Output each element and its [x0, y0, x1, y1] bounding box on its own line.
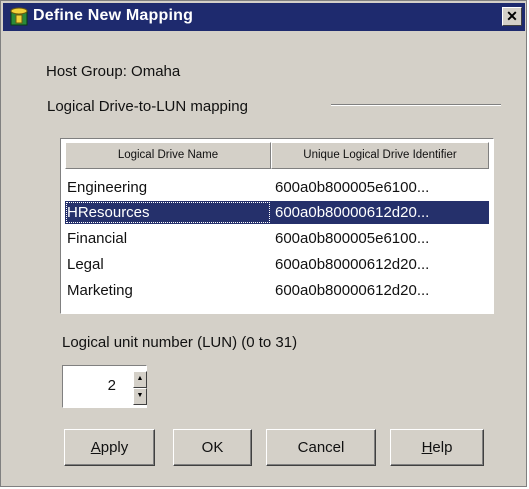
close-icon: ✕ [506, 8, 518, 24]
table-row[interactable]: Marketing 600a0b80000612d20... [65, 279, 489, 302]
define-new-mapping-dialog: Define New Mapping ✕ Host Group: Omaha L… [0, 0, 527, 487]
table-row[interactable]: Financial 600a0b800005e6100... [65, 227, 489, 250]
apply-label-rest: pply [100, 439, 129, 456]
spin-down-arrow-icon[interactable]: ▼ [133, 388, 147, 405]
drive-name-cell: Legal [67, 256, 104, 273]
cancel-button[interactable]: Cancel [266, 429, 376, 466]
table-row[interactable]: Engineering 600a0b800005e6100... [65, 176, 489, 199]
table-row[interactable]: Legal 600a0b80000612d20... [65, 253, 489, 276]
drive-name-cell: Marketing [67, 282, 133, 299]
table-row-selected[interactable]: HResources 600a0b80000612d20... [65, 201, 489, 224]
apply-mnemonic: A [90, 439, 101, 456]
column-header-name[interactable]: Logical Drive Name [65, 142, 271, 169]
ok-button[interactable]: OK [173, 429, 252, 466]
drive-id-cell: 600a0b80000612d20... [275, 282, 430, 299]
drive-name-cell: Engineering [67, 179, 148, 196]
drive-name-cell: HResources [65, 201, 271, 224]
title-bar[interactable]: Define New Mapping ✕ [3, 3, 525, 31]
lun-spinner[interactable]: 2 ▲ ▼ [62, 365, 147, 408]
window-title: Define New Mapping [33, 7, 194, 24]
lun-value[interactable]: 2 [108, 377, 116, 394]
drive-id-cell: 600a0b800005e6100... [275, 179, 430, 196]
mapping-group-label: Logical Drive-to-LUN mapping [47, 98, 248, 115]
database-cylinder-icon [10, 7, 28, 27]
drive-name-cell: Financial [67, 230, 128, 247]
lun-label: Logical unit number (LUN) (0 to 31) [62, 334, 298, 351]
apply-button[interactable]: Apply [64, 429, 155, 466]
group-divider [331, 104, 501, 106]
drive-id-cell: 600a0b80000612d20... [275, 256, 430, 273]
host-group-label: Host Group: Omaha [46, 63, 181, 80]
logical-drive-table[interactable]: Logical Drive Name Unique Logical Drive … [60, 138, 494, 314]
help-mnemonic: H [421, 439, 433, 456]
help-button[interactable]: Help [390, 429, 484, 466]
column-header-identifier[interactable]: Unique Logical Drive Identifier [271, 142, 489, 169]
help-label-rest: elp [432, 439, 453, 456]
drive-id-cell: 600a0b80000612d20... [271, 201, 489, 224]
close-button[interactable]: ✕ [502, 7, 522, 26]
spin-up-arrow-icon[interactable]: ▲ [133, 371, 147, 388]
drive-id-cell: 600a0b800005e6100... [275, 230, 430, 247]
